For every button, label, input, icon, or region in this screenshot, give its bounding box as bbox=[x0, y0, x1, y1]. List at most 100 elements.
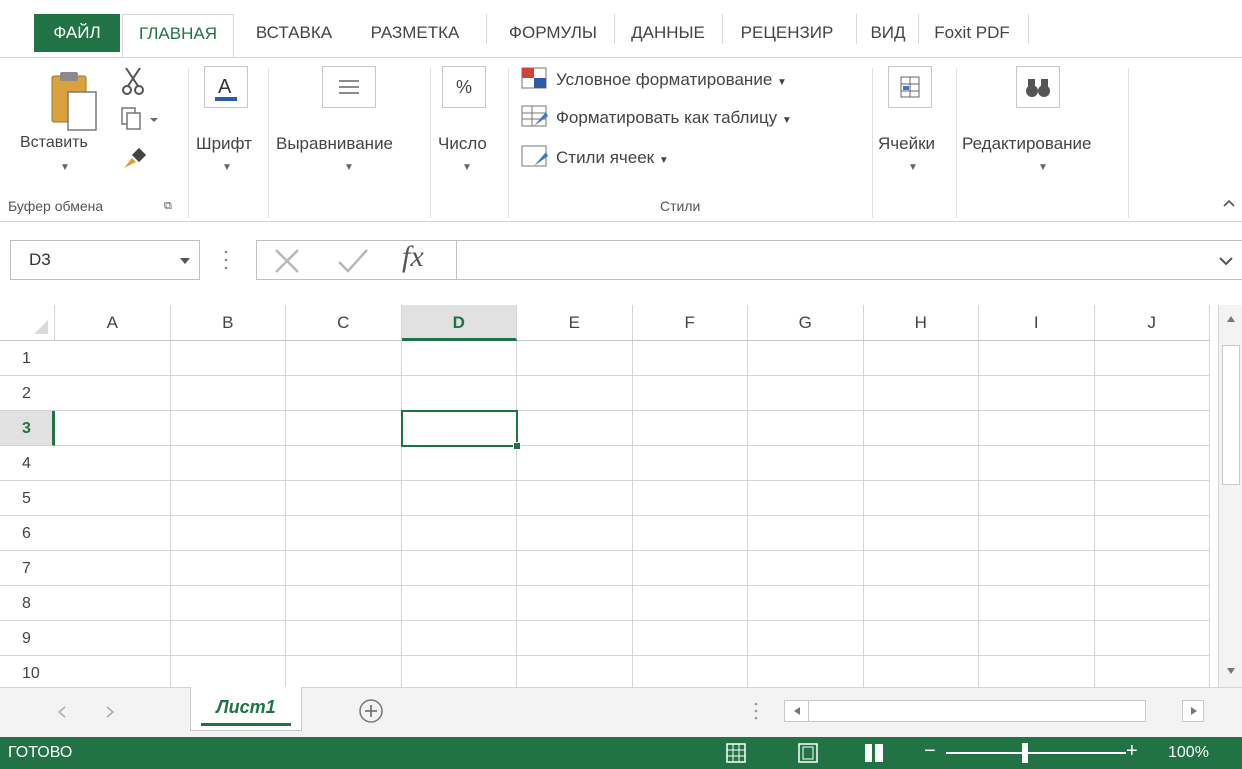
cell-f6[interactable] bbox=[632, 516, 748, 551]
scroll-down-icon[interactable] bbox=[1226, 667, 1236, 675]
cell-g7[interactable] bbox=[748, 551, 864, 586]
number-button[interactable]: Число bbox=[438, 134, 487, 154]
cell-d5[interactable] bbox=[401, 481, 517, 516]
cell-a6[interactable] bbox=[55, 516, 171, 551]
cell-c8[interactable] bbox=[286, 586, 402, 621]
cell-e5[interactable] bbox=[517, 481, 633, 516]
editing-dropdown-icon[interactable]: ▼ bbox=[1038, 162, 1048, 173]
fill-handle[interactable] bbox=[513, 442, 521, 450]
column-header-a[interactable]: A bbox=[55, 305, 171, 341]
dialog-launcher-icon[interactable]: ⧉ bbox=[164, 200, 172, 213]
cell-h7[interactable] bbox=[863, 551, 979, 586]
zoom-out-icon[interactable]: − bbox=[924, 740, 936, 763]
cell-a7[interactable] bbox=[55, 551, 171, 586]
number-dropdown-icon[interactable]: ▼ bbox=[462, 162, 472, 173]
zoom-in-icon[interactable]: + bbox=[1126, 740, 1138, 763]
cell-g4[interactable] bbox=[748, 446, 864, 481]
tab-home[interactable]: ГЛАВНАЯ bbox=[122, 14, 234, 59]
normal-view-icon[interactable] bbox=[726, 743, 746, 763]
cell-c1[interactable] bbox=[286, 341, 402, 376]
column-header-b[interactable]: B bbox=[170, 305, 286, 341]
collapse-ribbon-icon[interactable] bbox=[1222, 196, 1236, 208]
paste-dropdown-icon[interactable]: ▼ bbox=[60, 162, 70, 173]
cell-b1[interactable] bbox=[170, 341, 286, 376]
binoculars-icon[interactable] bbox=[1016, 66, 1060, 108]
cell-h4[interactable] bbox=[863, 446, 979, 481]
cell-d2[interactable] bbox=[401, 376, 517, 411]
cell-g9[interactable] bbox=[748, 621, 864, 656]
format-as-table-icon[interactable] bbox=[520, 104, 550, 130]
tab-foxit-pdf[interactable]: Foxit PDF bbox=[922, 14, 1022, 52]
cell-b7[interactable] bbox=[170, 551, 286, 586]
column-header-h[interactable]: H bbox=[863, 305, 979, 341]
cell-i1[interactable] bbox=[979, 341, 1095, 376]
row-header-9[interactable]: 9 bbox=[0, 621, 55, 656]
cell-g10[interactable] bbox=[748, 656, 864, 687]
cell-c10[interactable] bbox=[286, 656, 402, 687]
cell-f9[interactable] bbox=[632, 621, 748, 656]
cell-h10[interactable] bbox=[863, 656, 979, 687]
cell-a10[interactable] bbox=[55, 656, 171, 687]
cell-g1[interactable] bbox=[748, 341, 864, 376]
column-header-j[interactable]: J bbox=[1094, 305, 1210, 341]
cell-f7[interactable] bbox=[632, 551, 748, 586]
tab-layout[interactable]: РАЗМЕТКА bbox=[352, 14, 478, 52]
name-box-dropdown-icon[interactable] bbox=[179, 257, 191, 265]
enter-check-icon[interactable] bbox=[336, 246, 370, 276]
column-header-i[interactable]: I bbox=[979, 305, 1095, 341]
page-layout-view-icon[interactable] bbox=[798, 743, 818, 763]
column-header-e[interactable]: E bbox=[517, 305, 633, 341]
active-cell-outline[interactable] bbox=[400, 410, 518, 447]
cell-i10[interactable] bbox=[979, 656, 1095, 687]
cells-button[interactable]: Ячейки bbox=[878, 134, 935, 154]
cell-h3[interactable] bbox=[863, 411, 979, 446]
cell-d10[interactable] bbox=[401, 656, 517, 687]
vertical-scrollbar[interactable] bbox=[1218, 305, 1242, 687]
cell-e10[interactable] bbox=[517, 656, 633, 687]
copy-icon[interactable] bbox=[120, 106, 162, 132]
cell-e4[interactable] bbox=[517, 446, 633, 481]
cell-c6[interactable] bbox=[286, 516, 402, 551]
tab-review[interactable]: РЕЦЕНЗИР bbox=[724, 14, 850, 52]
tab-view[interactable]: ВИД bbox=[860, 14, 916, 52]
font-icon[interactable]: A bbox=[204, 66, 248, 108]
cell-b8[interactable] bbox=[170, 586, 286, 621]
cell-b3[interactable] bbox=[170, 411, 286, 446]
page-break-view-icon[interactable] bbox=[864, 743, 884, 763]
column-header-c[interactable]: C bbox=[286, 305, 402, 341]
cell-a5[interactable] bbox=[55, 481, 171, 516]
cell-d9[interactable] bbox=[401, 621, 517, 656]
alignment-dropdown-icon[interactable]: ▼ bbox=[344, 162, 354, 173]
cell-i6[interactable] bbox=[979, 516, 1095, 551]
tab-data[interactable]: ДАННЫЕ bbox=[616, 14, 720, 52]
cell-i9[interactable] bbox=[979, 621, 1095, 656]
cell-d6[interactable] bbox=[401, 516, 517, 551]
cell-e9[interactable] bbox=[517, 621, 633, 656]
cell-c7[interactable] bbox=[286, 551, 402, 586]
font-button[interactable]: Шрифт bbox=[196, 134, 252, 154]
cell-f10[interactable] bbox=[632, 656, 748, 687]
number-format-icon[interactable]: % bbox=[442, 66, 486, 108]
conditional-formatting-button[interactable]: Условное форматирование ▼ bbox=[556, 70, 787, 90]
cell-d8[interactable] bbox=[401, 586, 517, 621]
cell-a3[interactable] bbox=[55, 411, 171, 446]
cell-i4[interactable] bbox=[979, 446, 1095, 481]
cut-icon[interactable] bbox=[120, 66, 146, 96]
cell-g6[interactable] bbox=[748, 516, 864, 551]
worksheet-grid[interactable]: ABCDEFGHIJ 1 2 3 4 5 6 7 8 9 10 bbox=[0, 305, 1218, 687]
insert-function-icon[interactable]: fx bbox=[402, 240, 424, 274]
tab-formulas[interactable]: ФОРМУЛЫ bbox=[494, 14, 612, 52]
cell-j5[interactable] bbox=[1094, 481, 1210, 516]
add-sheet-icon[interactable] bbox=[358, 698, 384, 724]
format-painter-icon[interactable] bbox=[120, 144, 150, 172]
row-header-5[interactable]: 5 bbox=[0, 481, 55, 516]
vertical-scroll-thumb[interactable] bbox=[1222, 345, 1240, 485]
cell-h2[interactable] bbox=[863, 376, 979, 411]
cell-j1[interactable] bbox=[1094, 341, 1210, 376]
row-header-6[interactable]: 6 bbox=[0, 516, 55, 551]
cell-styles-icon[interactable] bbox=[520, 144, 550, 170]
cell-b4[interactable] bbox=[170, 446, 286, 481]
cell-a4[interactable] bbox=[55, 446, 171, 481]
cancel-icon[interactable] bbox=[272, 246, 302, 276]
alignment-icon[interactable] bbox=[322, 66, 376, 108]
